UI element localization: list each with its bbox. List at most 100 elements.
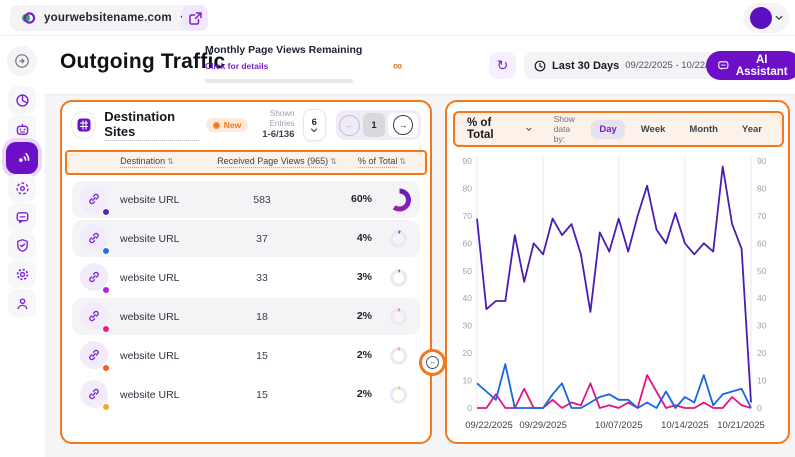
percent-donut <box>390 386 407 403</box>
destination-sites-panel: Destination Sites New Shown Entries 1-6/… <box>60 100 432 444</box>
chart-header: % of Total Show data by: DayWeekMonthYea… <box>453 111 784 147</box>
tab-day[interactable]: Day <box>591 120 624 139</box>
table-row[interactable]: website URL 583 60% <box>72 181 420 218</box>
main-content: Destination Sites New Shown Entries 1-6/… <box>45 95 795 457</box>
series-secondary-pink <box>477 375 751 408</box>
external-link-icon <box>189 12 202 25</box>
monthly-views-progress <box>205 79 353 83</box>
link-icon <box>80 380 108 408</box>
monthly-views-widget: Monthly Page Views Remaining Click for d… <box>205 44 405 83</box>
table-row[interactable]: website URL374% <box>72 220 420 257</box>
feedback-chat-icon <box>15 210 30 225</box>
panel-resize-handle[interactable]: ↔ <box>419 349 446 376</box>
destination-label: website URL <box>120 233 180 245</box>
sidebar-item-security[interactable] <box>8 231 36 259</box>
percent-value: 2% <box>327 349 372 361</box>
table-panel-title: Destination Sites <box>104 109 199 141</box>
page-size-select[interactable]: 6 <box>303 109 327 141</box>
x-axis-label: 10/21/2025 <box>717 420 765 431</box>
column-destination[interactable]: Destination⇅ <box>97 156 197 166</box>
table-row[interactable]: website URL152% <box>72 337 420 374</box>
page-views-value: 583 <box>217 194 307 206</box>
x-axis-label: 10/07/2025 <box>595 420 643 431</box>
table-row[interactable]: website URL 15 2% <box>72 376 420 413</box>
heatmap-target-icon <box>15 181 30 196</box>
table-panel-header: Destination Sites New Shown Entries 1-6/… <box>62 102 430 148</box>
y-axis-label-right: 40 <box>757 293 767 303</box>
security-shield-icon <box>15 238 30 253</box>
ai-assistant-button[interactable]: AI Assistant <box>706 51 795 80</box>
open-site-button[interactable] <box>182 5 208 31</box>
x-axis-label: 10/14/2025 <box>661 420 709 431</box>
site-logo-icon <box>20 10 36 26</box>
site-color-dot <box>102 364 110 372</box>
prev-page-button[interactable]: ← <box>339 115 360 136</box>
new-badge: New <box>206 118 248 132</box>
y-axis-label-right: 80 <box>757 183 767 193</box>
link-icon <box>80 302 108 330</box>
destination-sites-icon <box>71 111 96 139</box>
sidebar-item-ai[interactable] <box>8 115 36 143</box>
y-axis-label-left: 0 <box>467 403 472 413</box>
chevron-down-icon <box>775 15 783 21</box>
percent-donut <box>390 347 407 364</box>
column-percent-of-total[interactable]: % of Total⇅ <box>342 156 422 166</box>
click-for-details-link[interactable]: Click for details <box>205 61 268 71</box>
link-icon <box>80 224 108 252</box>
site-color-dot <box>102 403 110 411</box>
user-location-icon <box>15 296 30 311</box>
page-views-value: 33 <box>217 272 307 284</box>
site-color-dot <box>102 286 110 294</box>
y-axis-label-left: 20 <box>463 348 473 358</box>
link-icon <box>80 341 108 369</box>
refresh-button[interactable]: ↻ <box>489 52 516 79</box>
percent-value: 60% <box>327 193 372 205</box>
y-axis-label-left: 50 <box>463 266 473 276</box>
ai-assistant-label: AI Assistant <box>735 54 789 78</box>
percent-value: 2% <box>327 388 372 400</box>
metric-select[interactable]: % of Total <box>467 117 532 141</box>
tab-month[interactable]: Month <box>681 120 726 139</box>
page-views-value: 18 <box>217 311 307 323</box>
sidebar-item-outgoing-traffic[interactable] <box>6 142 38 174</box>
user-menu[interactable] <box>743 3 789 33</box>
percent-value: 3% <box>327 271 372 283</box>
avatar <box>750 7 772 29</box>
link-icon <box>80 185 108 213</box>
current-page[interactable]: 1 <box>363 113 385 137</box>
table-row[interactable]: website URL 33 3% <box>72 259 420 296</box>
sidebar-item-feedback[interactable] <box>8 203 36 231</box>
table-column-headers: Destination⇅ Received Page Views (965)⇅ … <box>65 150 427 175</box>
destination-label: website URL <box>120 389 180 401</box>
table-rows: website URL58360%website URL374%website … <box>72 181 420 415</box>
page-views-value: 15 <box>217 350 307 362</box>
page-title: Outgoing Traffic <box>60 50 225 74</box>
y-axis-label-left: 60 <box>463 238 473 248</box>
sidebar-item-dashboard[interactable] <box>8 86 36 114</box>
shown-entries: Shown Entries 1-6/136 <box>248 109 294 141</box>
sidebar-collapse-icon[interactable] <box>7 46 37 76</box>
sidebar-item-heatmaps[interactable] <box>8 174 36 202</box>
sidebar-item-profile[interactable] <box>8 289 36 317</box>
destination-label: website URL <box>120 194 180 206</box>
tab-week[interactable]: Week <box>633 120 674 139</box>
percent-value: 2% <box>327 310 372 322</box>
destination-label: website URL <box>120 272 180 284</box>
sort-icon: ⇅ <box>399 157 406 166</box>
resize-arrows-icon: ↔ <box>426 356 439 369</box>
tab-year[interactable]: Year <box>734 120 770 139</box>
site-selector[interactable]: yourwebsitename.com <box>10 5 200 31</box>
page-header: Outgoing Traffic Monthly Page Views Rema… <box>45 36 795 95</box>
sidebar <box>0 36 45 457</box>
next-page-button[interactable]: → <box>393 115 413 135</box>
monthly-views-label: Monthly Page Views Remaining <box>205 44 405 56</box>
table-row[interactable]: website URL182% <box>72 298 420 335</box>
date-preset-label: Last 30 Days <box>552 60 619 72</box>
y-axis-label-left: 10 <box>463 376 473 386</box>
site-color-dot <box>102 208 110 216</box>
percent-donut <box>390 230 407 247</box>
page-views-value: 15 <box>217 389 307 401</box>
site-color-dot <box>102 247 110 255</box>
sidebar-item-settings[interactable] <box>8 260 36 288</box>
column-received-page-views[interactable]: Received Page Views (965)⇅ <box>202 156 352 166</box>
